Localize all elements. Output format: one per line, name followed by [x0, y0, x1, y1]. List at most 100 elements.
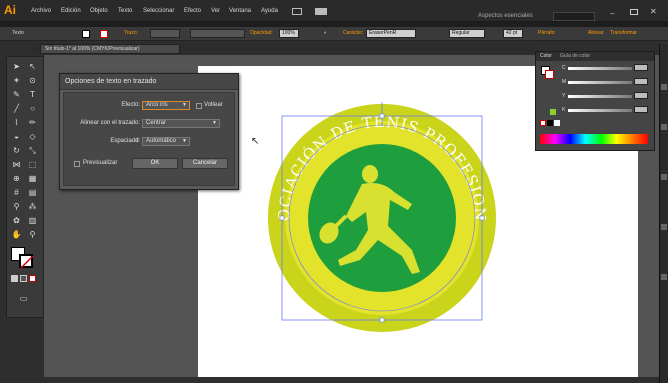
- document-tab[interactable]: Sin título-1* al 100% (CMYK/Previsualiza…: [40, 44, 180, 54]
- menu-efecto[interactable]: Efecto: [184, 8, 201, 14]
- close-icon[interactable]: ✕: [650, 7, 657, 16]
- pen-tool-icon[interactable]: ✎: [11, 89, 22, 100]
- magic-wand-tool-icon[interactable]: ✶: [11, 75, 22, 86]
- channel-y-field[interactable]: [634, 92, 648, 99]
- search-field[interactable]: [553, 12, 595, 21]
- arrange-documents-icon[interactable]: [315, 8, 327, 15]
- pencil-tool-icon[interactable]: ✏: [27, 117, 38, 128]
- symbol-sprayer-tool-icon[interactable]: ✿: [11, 215, 22, 226]
- none-swatch[interactable]: [540, 120, 546, 126]
- channel-c-slider[interactable]: [568, 67, 632, 70]
- color-spectrum[interactable]: [540, 134, 648, 144]
- screen-mode-icon[interactable]: ▭: [18, 293, 29, 304]
- dock-icon[interactable]: [661, 124, 667, 130]
- transform-label[interactable]: Transformar: [610, 30, 637, 36]
- channel-m-field[interactable]: [634, 78, 648, 85]
- dock-icon[interactable]: [661, 174, 667, 180]
- channel-k-slider[interactable]: [568, 109, 632, 112]
- gradient-mode-icon[interactable]: [20, 275, 27, 282]
- align-label[interactable]: Alinear: [588, 30, 604, 36]
- stroke-weight-field[interactable]: [150, 29, 180, 38]
- channel-m-slider[interactable]: [568, 81, 632, 84]
- cancel-button[interactable]: Cancelar: [182, 158, 228, 169]
- anchor-handle[interactable]: [479, 215, 485, 221]
- spacing-select[interactable]: Automático ▼: [142, 137, 190, 146]
- align-path-select[interactable]: Centrar ▼: [142, 119, 220, 128]
- bridge-icon[interactable]: [292, 8, 302, 15]
- rotate-tool-icon[interactable]: ↻: [11, 145, 22, 156]
- scale-tool-icon[interactable]: ⤡: [27, 145, 38, 156]
- eraser-tool-icon[interactable]: ◇: [27, 131, 38, 142]
- menu-objeto[interactable]: Objeto: [90, 8, 108, 14]
- anchor-handle[interactable]: [379, 317, 385, 323]
- channel-k-field[interactable]: [634, 106, 648, 113]
- channel-c-field[interactable]: [634, 64, 648, 71]
- font-style-field[interactable]: Regular: [449, 29, 485, 38]
- preview-label: Previsualizar: [83, 160, 118, 166]
- zoom-tool-icon[interactable]: ⚲: [27, 229, 38, 240]
- none-mode-icon[interactable]: [29, 275, 36, 282]
- color-mode-icon[interactable]: [11, 275, 18, 282]
- maximize-icon[interactable]: [630, 9, 638, 15]
- menu-ayuda[interactable]: Ayuda: [261, 8, 278, 14]
- anchor-handle[interactable]: [379, 113, 385, 119]
- menu-seleccionar[interactable]: Seleccionar: [143, 8, 174, 14]
- free-transform-tool-icon[interactable]: ⬚: [27, 159, 38, 170]
- lasso-tool-icon[interactable]: ⊙: [27, 75, 38, 86]
- mesh-tool-icon[interactable]: #: [11, 187, 22, 198]
- dock-icon[interactable]: [661, 274, 667, 280]
- graph-tool-icon[interactable]: ▥: [27, 215, 38, 226]
- gradient-tool-icon[interactable]: ▤: [27, 187, 38, 198]
- black-swatch[interactable]: [547, 120, 553, 126]
- dock-icon[interactable]: [661, 224, 667, 230]
- white-swatch[interactable]: [554, 120, 560, 126]
- type-tool-icon[interactable]: T: [27, 89, 38, 100]
- selection-tool-icon[interactable]: ➤: [11, 61, 22, 72]
- blob-brush-tool-icon[interactable]: ◒: [11, 131, 22, 142]
- shape-builder-tool-icon[interactable]: ⊕: [11, 173, 22, 184]
- ok-button[interactable]: OK: [132, 158, 178, 169]
- dock-icon[interactable]: [661, 84, 667, 90]
- spacing-stepper-icon[interactable]: ⇕: [135, 137, 140, 144]
- dialog-titlebar[interactable]: Opciones de texto en trazado: [60, 74, 238, 90]
- tennis-logo-artwork[interactable]: ASOCIACIÓN DE TENIS PROFESIONAL: [262, 100, 502, 340]
- flip-checkbox[interactable]: [196, 103, 202, 109]
- line-tool-icon[interactable]: ╱: [11, 103, 22, 114]
- preview-checkbox[interactable]: [74, 161, 80, 167]
- workspace-switcher[interactable]: Aspectos esenciales: [478, 13, 533, 19]
- menu-archivo[interactable]: Archivo: [31, 8, 51, 14]
- tab-color-guide[interactable]: Guía de color: [560, 53, 590, 59]
- opacity-label[interactable]: Opacidad:: [250, 30, 273, 36]
- channel-y-slider[interactable]: [568, 95, 632, 98]
- tab-color[interactable]: Color: [540, 53, 552, 59]
- color-panel-tabs: Color Guía de color: [536, 52, 654, 61]
- blend-tool-icon[interactable]: ⁂: [27, 201, 38, 212]
- menu-edicion[interactable]: Edición: [61, 8, 81, 14]
- anchor-handle[interactable]: [279, 215, 285, 221]
- minimize-icon[interactable]: –: [610, 9, 614, 18]
- ellipse-tool-icon[interactable]: ○: [27, 103, 38, 114]
- stroke-label[interactable]: Trazo:: [124, 30, 138, 36]
- menu-texto[interactable]: Texto: [118, 8, 132, 14]
- stroke-color-icon[interactable]: [19, 254, 33, 268]
- stroke-swatch[interactable]: [100, 30, 108, 38]
- fill-swatch[interactable]: [82, 30, 90, 38]
- font-size-field[interactable]: 42 pt: [503, 29, 523, 38]
- paintbrush-tool-icon[interactable]: ⌇: [11, 117, 22, 128]
- direct-selection-tool-icon[interactable]: ↖: [27, 61, 38, 72]
- in-gamut-swatch[interactable]: [550, 109, 556, 115]
- menu-ver[interactable]: Ver: [211, 8, 220, 14]
- width-tool-icon[interactable]: ⋈: [11, 159, 22, 170]
- perspective-grid-tool-icon[interactable]: ▦: [27, 173, 38, 184]
- opacity-field[interactable]: 100%: [279, 29, 299, 38]
- font-family-field[interactable]: EraserPenR: [366, 29, 416, 38]
- hand-tool-icon[interactable]: ✋: [11, 229, 22, 240]
- character-label[interactable]: Carácter:: [343, 30, 364, 36]
- effect-select[interactable]: Arco iris ▼: [142, 101, 190, 110]
- stroke-swatch[interactable]: [545, 70, 554, 79]
- variable-width-field[interactable]: [190, 29, 245, 38]
- paragraph-label[interactable]: Párrafo:: [538, 30, 556, 36]
- recolor-icon[interactable]: ◐: [324, 30, 327, 36]
- menu-ventana[interactable]: Ventana: [229, 8, 251, 14]
- eyedropper-tool-icon[interactable]: ⚲: [11, 201, 22, 212]
